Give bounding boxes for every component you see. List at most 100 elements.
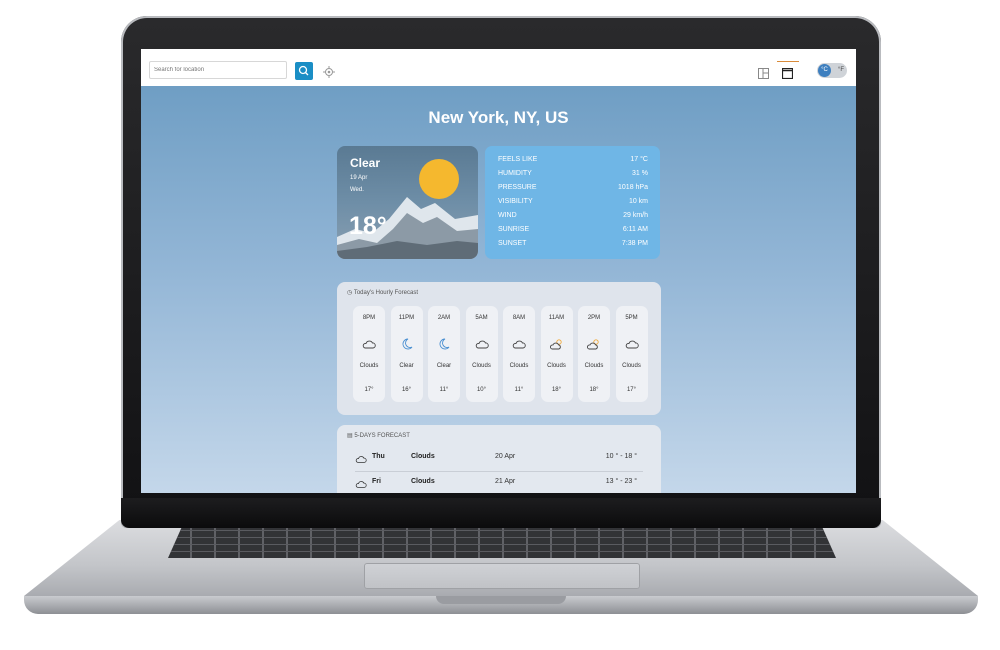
detail-label: PRESSURE xyxy=(498,184,537,191)
detail-label: SUNRISE xyxy=(498,226,530,233)
cloud-icon xyxy=(625,340,639,349)
moon-icon xyxy=(439,338,450,350)
hourly-card: 11PM Clear 16° xyxy=(390,306,423,402)
hour-time: 8AM xyxy=(512,315,526,321)
forecast-range: 13 ° - 23 ° xyxy=(605,478,637,485)
hour-description: Clouds xyxy=(359,363,379,369)
forecast-condition: Clouds xyxy=(411,478,435,485)
hour-description: Clear xyxy=(436,363,452,369)
unit-toggle[interactable]: °C °F xyxy=(817,63,847,78)
detail-row-pressure: PRESSURE 1018 hPa xyxy=(498,184,648,196)
forecast-date: 20 Apr xyxy=(495,453,516,460)
top-bar: °C °F xyxy=(141,49,856,87)
current-condition: Clear xyxy=(350,156,381,170)
detail-row-sunrise: SUNRISE 6:11 AM xyxy=(498,226,648,238)
window-layout-icon xyxy=(781,67,794,80)
five-day-forecast-title: ▤ 5-DAYS FORECAST xyxy=(347,432,410,439)
hour-temperature: 18° xyxy=(589,387,599,393)
current-weekday: Wed. xyxy=(350,187,364,193)
cloud-icon xyxy=(475,340,489,349)
hourly-card: 8AM Clouds 11° xyxy=(503,306,535,402)
split-layout-icon xyxy=(758,68,769,79)
split-view-button[interactable] xyxy=(758,66,769,79)
forecast-day: Fri xyxy=(372,478,381,485)
laptop-notch xyxy=(436,596,566,604)
laptop-trackpad xyxy=(364,563,640,589)
detail-label: FEELS LIKE xyxy=(498,156,538,163)
weather-details-card: FEELS LIKE 17 °C HUMIDITY 31 % PRESSURE … xyxy=(485,146,660,259)
forecast-day: Thu xyxy=(372,453,385,460)
hour-temperature: 18° xyxy=(551,387,562,393)
detail-value: 6:11 AM xyxy=(622,226,648,233)
main-content: New York, NY, US Clear 19 Apr Wed. 18° F… xyxy=(141,86,856,493)
forecast-row: Fri Clouds 21 Apr 13 ° - 23 ° xyxy=(355,477,643,493)
detail-row-visibility: VISIBILITY 10 km xyxy=(498,198,648,210)
five-day-forecast-panel: ▤ 5-DAYS FORECAST Thu Clouds 20 Apr 10 °… xyxy=(337,425,661,493)
detail-value: 10 km xyxy=(628,198,648,205)
forecast-range: 10 ° - 18 ° xyxy=(605,453,637,460)
detail-row-humidity: HUMIDITY 31 % xyxy=(498,170,648,182)
current-date: 19 Apr xyxy=(350,175,368,181)
hour-time: 11PM xyxy=(398,315,415,321)
hourly-forecast-panel: ◷ Today's Hourly Forecast 8PM Clouds 17°… xyxy=(337,282,661,415)
detail-value: 17 °C xyxy=(630,156,648,163)
location-title: New York, NY, US xyxy=(428,108,569,127)
hour-description: Clouds xyxy=(509,363,529,369)
detail-row-feels-like: FEELS LIKE 17 °C xyxy=(498,156,648,168)
moon-icon xyxy=(402,338,412,350)
cloud-icon xyxy=(355,456,367,463)
hour-temperature: 16° xyxy=(401,387,412,393)
detail-label: SUNSET xyxy=(498,240,527,247)
hour-description: Clouds xyxy=(547,363,566,369)
laptop-keyboard-rows xyxy=(168,528,836,558)
detail-row-wind: WIND 29 km/h xyxy=(498,212,648,224)
cloud-sun-icon xyxy=(549,339,562,350)
hour-temperature: 17° xyxy=(364,387,374,393)
laptop-chin xyxy=(121,498,881,528)
hour-temperature: 11° xyxy=(514,387,524,393)
cloud-icon xyxy=(512,340,526,349)
cloud-moon-icon xyxy=(362,340,376,349)
detail-label: WIND xyxy=(498,212,517,219)
row-divider xyxy=(355,471,643,472)
single-view-button[interactable] xyxy=(781,66,794,80)
hour-time: 8PM xyxy=(362,315,376,321)
hour-time: 2AM xyxy=(437,315,451,321)
hour-temperature: 11° xyxy=(439,387,449,393)
hourly-card: 8PM Clouds 17° xyxy=(353,306,385,402)
hour-description: Clouds xyxy=(622,363,641,369)
hour-time: 5AM xyxy=(475,315,488,321)
hour-time: 5PM xyxy=(625,315,638,321)
hourly-card: 2AM Clear 11° xyxy=(428,306,460,402)
hour-description: Clouds xyxy=(472,363,491,369)
hourly-forecast-title: ◷ Today's Hourly Forecast xyxy=(347,289,418,296)
clock-icon: ◷ xyxy=(347,290,353,296)
forecast-row: Thu Clouds 20 Apr 10 ° - 18 ° xyxy=(355,452,643,470)
detail-row-sunset: SUNSET 7:38 PM xyxy=(498,240,648,252)
calendar-icon: ▤ xyxy=(347,433,353,439)
cloud-sun-icon xyxy=(587,339,599,350)
daily-title-text: 5-DAYS FORECAST xyxy=(354,433,410,439)
active-view-indicator xyxy=(777,61,799,62)
unit-fahrenheit-label: °F xyxy=(837,67,844,73)
forecast-condition: Clouds xyxy=(411,453,435,460)
current-temperature: 18° xyxy=(349,212,387,240)
hour-time: 11AM xyxy=(548,315,565,321)
hourly-card: 5PM Clouds 17° xyxy=(615,306,648,402)
hourly-card: 11AM Clouds 18° xyxy=(540,306,573,402)
detail-label: VISIBILITY xyxy=(498,198,533,205)
hour-temperature: 17° xyxy=(626,387,637,393)
sun-icon xyxy=(419,159,459,199)
hour-description: Clouds xyxy=(584,363,604,369)
hour-temperature: 10° xyxy=(476,387,487,393)
search-button[interactable] xyxy=(295,62,313,80)
search-input[interactable] xyxy=(149,61,287,79)
current-weather-card: Clear 19 Apr Wed. 18° xyxy=(337,146,478,259)
detail-value: 7:38 PM xyxy=(621,240,648,247)
detail-value: 31 % xyxy=(632,170,648,177)
search-icon xyxy=(298,65,309,76)
current-location-button[interactable] xyxy=(323,65,335,78)
hourly-card: 5AM Clouds 10° xyxy=(465,306,498,402)
detail-value: 1018 hPa xyxy=(618,184,648,191)
hour-description: Clear xyxy=(399,363,414,369)
